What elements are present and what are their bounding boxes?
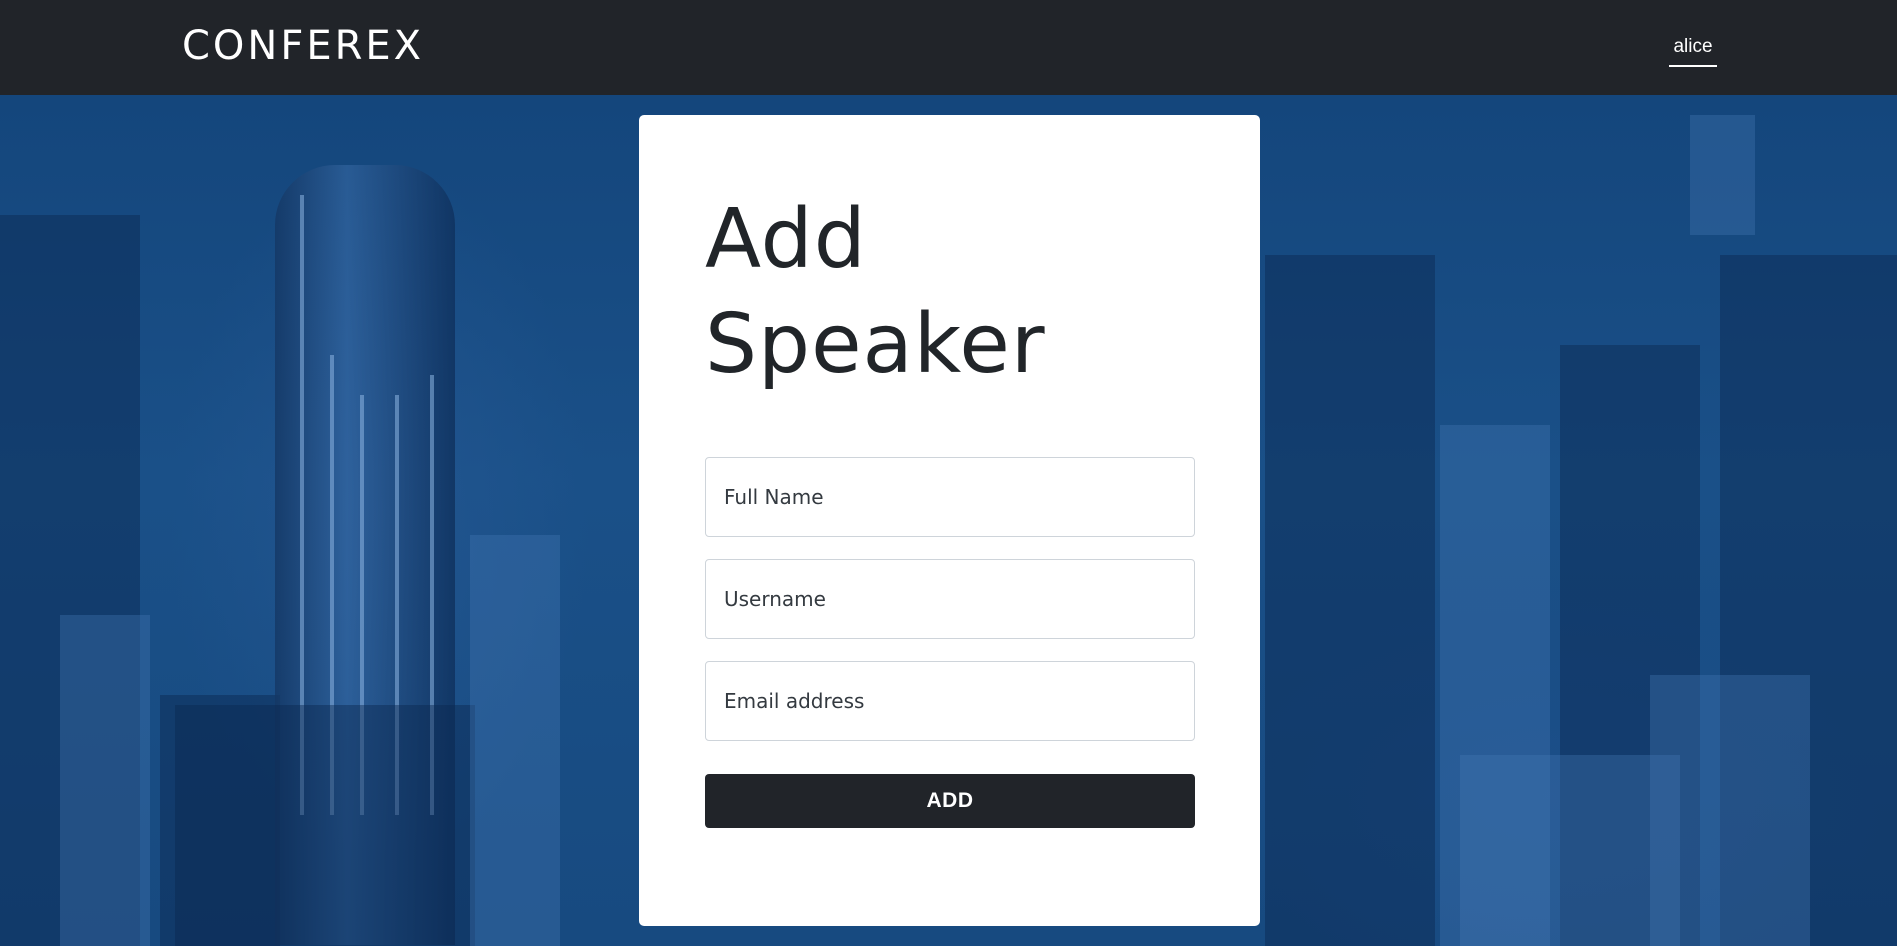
username-input[interactable] [705,559,1195,639]
user-menu-link[interactable]: alice [1669,35,1717,67]
add-button[interactable]: ADD [705,774,1195,828]
brand-logo[interactable]: CONFEREX [182,22,424,70]
top-navbar: CONFEREX alice [0,0,1897,95]
page-title: Add Speaker [705,192,1046,392]
full-name-input[interactable] [705,457,1195,537]
email-input[interactable] [705,661,1195,741]
add-speaker-card: Add Speaker ADD [639,115,1260,926]
